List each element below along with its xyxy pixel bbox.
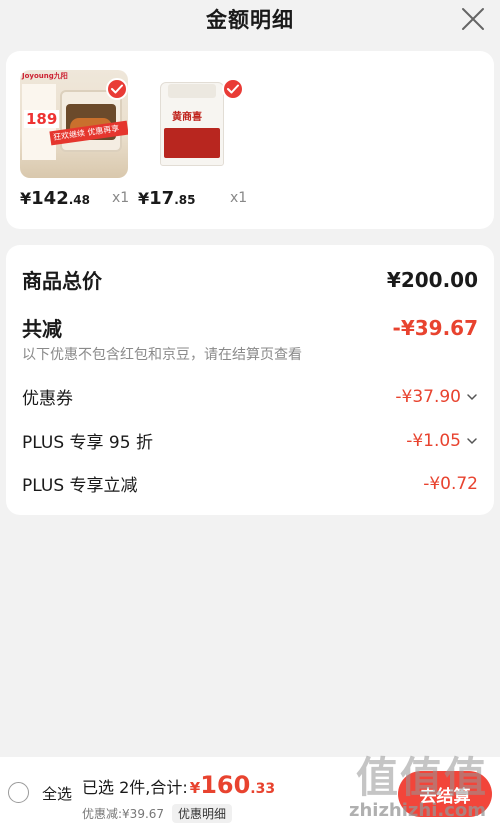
- price-currency: ¥: [138, 189, 150, 208]
- plus-95-label: PLUS 专享 95 折: [22, 433, 153, 453]
- product-item-flour[interactable]: 黄商喜 ¥ 17 .85 x1: [138, 70, 247, 209]
- header: 金额明细: [0, 0, 500, 38]
- product-quantity: x1: [112, 190, 130, 206]
- discount-text: 优惠减:¥39.67: [82, 807, 165, 821]
- discount-note: 以下优惠不包含红包和京豆，请在结算页查看: [22, 347, 302, 363]
- selected-count-text: 已选 2件,合计:: [82, 778, 188, 797]
- discount-detail-button[interactable]: 优惠明细: [172, 804, 233, 823]
- thumb-brand: Joyoung九阳: [22, 72, 68, 80]
- total-price-row: 商品总价 ¥200.00: [22, 265, 478, 294]
- coupon-amount: -¥37.90: [395, 386, 461, 407]
- plus-95-value: -¥1.05: [406, 431, 478, 451]
- checked-icon[interactable]: [222, 78, 244, 100]
- discount-summary: 优惠减:¥39.67 优惠明细: [82, 804, 233, 823]
- coupon-value: -¥37.90: [395, 387, 478, 407]
- flour-bag-band: [164, 128, 220, 158]
- price-decimal: .48: [68, 193, 90, 207]
- total-price-value: ¥200.00: [386, 267, 478, 292]
- total-decimal: .33: [250, 781, 276, 797]
- select-all-label[interactable]: 全选: [42, 783, 72, 804]
- flour-bag-top: [168, 84, 216, 98]
- select-all-radio[interactable]: [8, 782, 29, 803]
- plus-reduce-row: PLUS 专享立减 -¥0.72: [22, 471, 478, 497]
- thumb-price: 189: [24, 110, 60, 128]
- product-item-oven[interactable]: Joyoung九阳 189 狂欢继续 优惠再享 ¥ 142 .48 x1: [20, 70, 129, 209]
- price-integer: 142: [31, 188, 69, 209]
- coupon-label: 优惠券: [22, 389, 73, 409]
- total-price-label: 商品总价: [22, 269, 102, 293]
- selected-total: 已选 2件,合计: ¥ 160 .33: [82, 771, 275, 799]
- products-card: Joyoung九阳 189 狂欢继续 优惠再享 ¥ 142 .48 x1 黄商喜: [6, 51, 494, 229]
- total-reduce-label: 共减: [22, 317, 62, 341]
- checkout-bar: 全选 已选 2件,合计: ¥ 160 .33 优惠减:¥39.67 优惠明细 去…: [0, 757, 500, 826]
- plus-95-amount: -¥1.05: [406, 430, 461, 451]
- price-decimal: .85: [174, 193, 196, 207]
- close-icon[interactable]: [460, 6, 486, 32]
- plus-95-row[interactable]: PLUS 专享 95 折 -¥1.05: [22, 428, 478, 453]
- flour-brand: 黄商喜: [172, 112, 202, 123]
- total-currency: ¥: [189, 779, 201, 797]
- price-summary-card: 商品总价 ¥200.00 共减 -¥39.67 以下优惠不包含红包和京豆，请在结…: [6, 245, 494, 515]
- total-reduce-value: -¥39.67: [392, 315, 478, 340]
- product-quantity: x1: [230, 190, 248, 206]
- checked-icon[interactable]: [106, 78, 128, 100]
- chevron-down-icon[interactable]: [466, 437, 478, 445]
- plus-reduce-value: -¥0.72: [423, 473, 478, 494]
- coupon-row[interactable]: 优惠券 -¥37.90: [22, 384, 478, 409]
- plus-reduce-label: PLUS 专享立减: [22, 476, 138, 496]
- checkout-button[interactable]: 去结算: [398, 771, 492, 817]
- chevron-down-icon[interactable]: [466, 393, 478, 401]
- page-title: 金额明细: [206, 8, 294, 32]
- price-currency: ¥: [20, 189, 32, 208]
- total-integer: 160: [200, 771, 251, 799]
- price-integer: 17: [149, 188, 175, 209]
- total-reduce-row: 共减 -¥39.67: [22, 313, 478, 342]
- checkout-label: 去结算: [419, 786, 471, 807]
